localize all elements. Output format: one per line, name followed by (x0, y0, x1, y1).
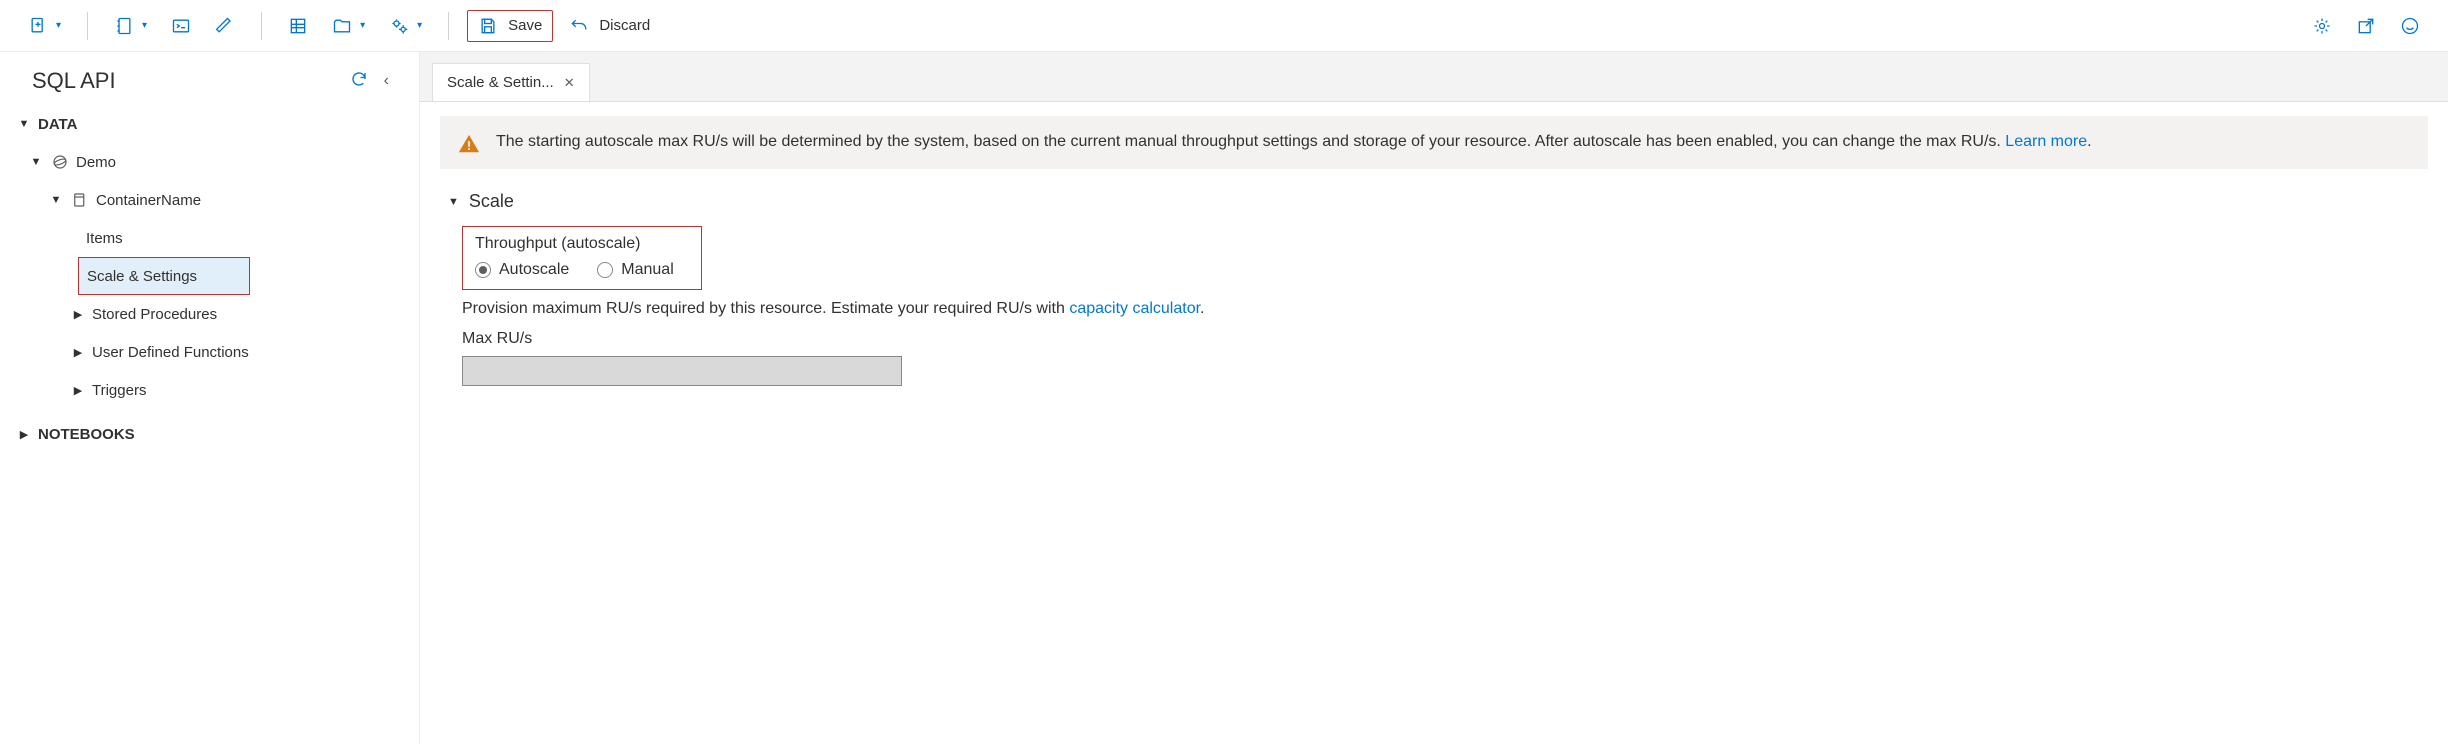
throughput-title: Throughput (autoscale) (475, 235, 689, 253)
caret-right-icon: ▶ (72, 346, 84, 359)
item-label: Triggers (92, 382, 146, 399)
scale-section-header[interactable]: ▼ Scale (448, 191, 2428, 212)
chevron-down-icon: ▾ (417, 20, 422, 31)
caret-down-icon: ▼ (448, 196, 459, 208)
refresh-button[interactable] (342, 66, 376, 95)
item-label: User Defined Functions (92, 344, 249, 361)
grid-icon (288, 16, 308, 36)
chevron-down-icon: ▾ (142, 20, 147, 31)
caret-down-icon: ▼ (50, 194, 62, 206)
item-label: Scale & Settings (87, 268, 197, 285)
new-item-button[interactable]: ▾ (20, 10, 69, 42)
container-label: ContainerName (96, 192, 201, 209)
section-title: Scale (469, 191, 514, 212)
main-pane: Scale & Settin... ✕ The starting autosca… (420, 52, 2448, 744)
radio-autoscale[interactable]: Autoscale (475, 261, 569, 279)
discard-label: Discard (599, 17, 650, 34)
toolbar: ▾ ▾ ▾ ▾ Save (0, 0, 2448, 52)
save-label: Save (508, 17, 542, 34)
section-label: NOTEBOOKS (38, 426, 135, 443)
learn-more-link[interactable]: Learn more (2005, 133, 2087, 150)
caret-right-icon: ▶ (72, 308, 84, 321)
brush-button[interactable] (207, 10, 243, 42)
toolbar-separator (261, 12, 262, 40)
new-notebook-button[interactable]: ▾ (106, 10, 155, 42)
autoscale-info-banner: The starting autoscale max RU/s will be … (440, 116, 2428, 169)
warning-icon (458, 133, 480, 155)
gear-icon (2312, 16, 2332, 36)
throughput-mode-group: Throughput (autoscale) Autoscale Manual (462, 226, 702, 290)
chevron-down-icon: ▾ (56, 20, 61, 31)
tree-udf[interactable]: ▶ User Defined Functions (0, 333, 419, 371)
smile-icon (2400, 16, 2420, 36)
tree-database[interactable]: ▼ Demo (0, 143, 419, 181)
caret-down-icon: ▼ (18, 118, 30, 130)
undo-icon (569, 16, 589, 36)
caret-right-icon: ▶ (72, 384, 84, 397)
notebook-icon (114, 16, 134, 36)
sidebar: SQL API ‹ ▼ DATA ▼ Demo ▼ (0, 52, 420, 744)
save-icon (478, 16, 498, 36)
tree-section-notebooks[interactable]: ▶ NOTEBOOKS (0, 415, 419, 453)
grid-button[interactable] (280, 10, 316, 42)
radio-manual[interactable]: Manual (597, 261, 673, 279)
folder-icon (332, 16, 352, 36)
tree-triggers[interactable]: ▶ Triggers (0, 371, 419, 409)
container-icon (70, 190, 90, 210)
caret-right-icon: ▶ (18, 428, 30, 441)
save-button[interactable]: Save (467, 10, 553, 42)
database-icon (50, 152, 70, 172)
brush-icon (215, 16, 235, 36)
radio-icon (597, 262, 613, 278)
open-external-button[interactable] (2348, 10, 2384, 42)
folder-button[interactable]: ▾ (324, 10, 373, 42)
toolbar-separator (87, 12, 88, 40)
tab-title: Scale & Settin... (447, 74, 554, 91)
new-doc-icon (28, 16, 48, 36)
gears-icon (389, 16, 409, 36)
toolbar-separator (448, 12, 449, 40)
tab-bar: Scale & Settin... ✕ (420, 52, 2448, 102)
item-label: Items (86, 230, 123, 247)
radio-label: Manual (621, 261, 673, 279)
tab-scale-settings[interactable]: Scale & Settin... ✕ (432, 63, 590, 101)
tree-stored-procedures[interactable]: ▶ Stored Procedures (0, 295, 419, 333)
chevron-down-icon: ▾ (360, 20, 365, 31)
close-icon[interactable]: ✕ (564, 75, 575, 91)
capacity-calculator-link[interactable]: capacity calculator (1069, 300, 1200, 317)
feedback-button[interactable] (2392, 10, 2428, 42)
throughput-description: Provision maximum RU/s required by this … (462, 300, 2428, 318)
tree-container[interactable]: ▼ ContainerName (0, 181, 419, 219)
max-ru-label: Max RU/s (462, 330, 2428, 348)
banner-text: The starting autoscale max RU/s will be … (496, 130, 2092, 154)
open-external-icon (2356, 16, 2376, 36)
console-icon (171, 16, 191, 36)
settings-gears-button[interactable]: ▾ (381, 10, 430, 42)
sidebar-title: SQL API (32, 68, 342, 94)
radio-label: Autoscale (499, 261, 569, 279)
tree-section-data[interactable]: ▼ DATA (0, 105, 419, 143)
radio-icon (475, 262, 491, 278)
item-label: Stored Procedures (92, 306, 217, 323)
tree-scale-settings[interactable]: Scale & Settings (78, 257, 250, 295)
query-button[interactable] (163, 10, 199, 42)
max-ru-input[interactable] (462, 356, 902, 386)
section-label: DATA (38, 116, 77, 133)
settings-button[interactable] (2304, 10, 2340, 42)
tree-items[interactable]: Items (0, 219, 419, 257)
db-label: Demo (76, 154, 116, 171)
collapse-button[interactable]: ‹ (376, 68, 397, 94)
discard-button[interactable]: Discard (561, 10, 658, 42)
caret-down-icon: ▼ (30, 156, 42, 168)
